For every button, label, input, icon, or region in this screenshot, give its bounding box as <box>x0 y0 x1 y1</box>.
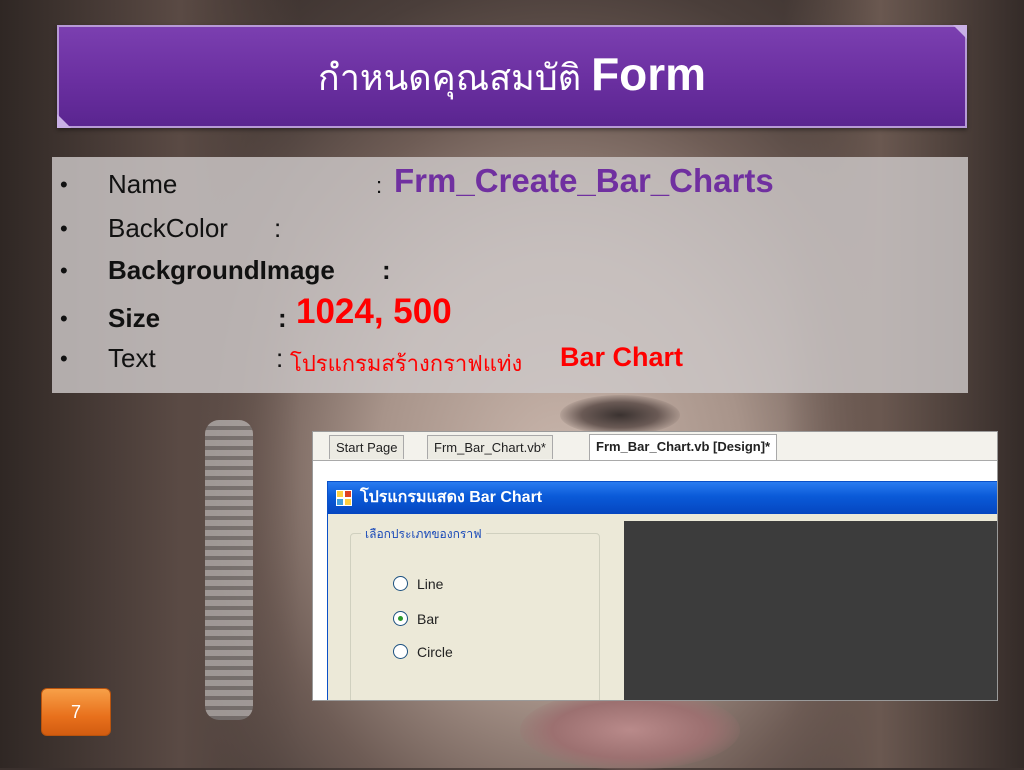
property-label: BackColor <box>108 213 228 243</box>
document-tabs: Start Page Frm_Bar_Chart.vb* Frm_Bar_Cha… <box>313 432 997 461</box>
property-colon: : <box>376 173 383 198</box>
tab-design[interactable]: Frm_Bar_Chart.vb [Design]* <box>589 434 778 460</box>
background-earring <box>205 420 253 720</box>
chart-type-groupbox: เลือกประเภทของกราฟ Line Bar Circle <box>350 525 600 700</box>
property-label: BackgroundImage <box>108 255 335 285</box>
property-label: Text <box>108 343 156 373</box>
bullet: • <box>60 346 68 371</box>
property-value: 1024, 500 <box>296 292 452 331</box>
radio-circle-icon <box>393 576 408 591</box>
property-row-backcolor: • BackColor : <box>60 205 968 247</box>
property-colon: : <box>382 255 391 285</box>
radio-label: Circle <box>417 644 453 660</box>
property-value-en: Bar Chart <box>560 342 684 372</box>
design-surface: โปรแกรมแสดง Bar Chart เลือกประเภทของกราฟ… <box>313 461 997 700</box>
property-row-size: • Size : 1024, 500 <box>60 290 968 335</box>
page-number-badge: 7 <box>41 688 111 736</box>
form-client-area: เลือกประเภทของกราฟ Line Bar Circle <box>332 514 997 700</box>
radio-circle-icon <box>393 644 408 659</box>
tab-start-page[interactable]: Start Page <box>329 435 405 459</box>
property-colon: : <box>274 213 282 243</box>
radio-label: Bar <box>417 611 439 627</box>
bullet: • <box>60 216 68 241</box>
background-eye <box>560 395 680 435</box>
background-lips <box>520 690 740 770</box>
property-colon: : <box>278 303 287 333</box>
slide-title-en: Form <box>591 48 707 100</box>
property-row-backgroundimage: • BackgroundImage : <box>60 247 968 290</box>
property-list: • Name : Frm_Create_Bar_Charts • BackCol… <box>52 157 968 393</box>
property-colon: : <box>276 343 284 373</box>
property-label: Size <box>108 303 161 333</box>
form-icon <box>336 490 352 506</box>
property-value: Frm_Create_Bar_Charts <box>394 162 774 199</box>
slide-title-bar: กำหนดคุณสมบัติ Form <box>57 25 967 128</box>
tab-code[interactable]: Frm_Bar_Chart.vb* <box>427 435 553 459</box>
form-window[interactable]: โปรแกรมแสดง Bar Chart เลือกประเภทของกราฟ… <box>327 481 997 700</box>
slide-title: กำหนดคุณสมบัติ Form <box>318 47 706 106</box>
chart-picture-box[interactable] <box>624 521 997 700</box>
bullet: • <box>60 172 68 197</box>
groupbox-title: เลือกประเภทของกราฟ <box>361 525 486 544</box>
bullet: • <box>60 258 68 283</box>
form-title: โปรแกรมแสดง Bar Chart <box>360 489 543 506</box>
property-row-text: • Text : โปรแกรมสร้างกราฟแท่ง Bar Chart <box>60 335 968 377</box>
radio-circle-checked-icon <box>393 611 408 626</box>
form-caption-bar[interactable]: โปรแกรมแสดง Bar Chart <box>328 482 997 514</box>
slide-title-thai: กำหนดคุณสมบัติ <box>317 57 582 98</box>
radio-label: Line <box>417 576 444 592</box>
ide-screenshot: Start Page Frm_Bar_Chart.vb* Frm_Bar_Cha… <box>312 431 998 701</box>
property-value-thai: โปรแกรมสร้างกราฟแท่ง <box>290 351 523 376</box>
bullet: • <box>60 306 68 331</box>
property-label: Name <box>108 169 178 199</box>
property-row-name: • Name : Frm_Create_Bar_Charts <box>60 161 968 205</box>
